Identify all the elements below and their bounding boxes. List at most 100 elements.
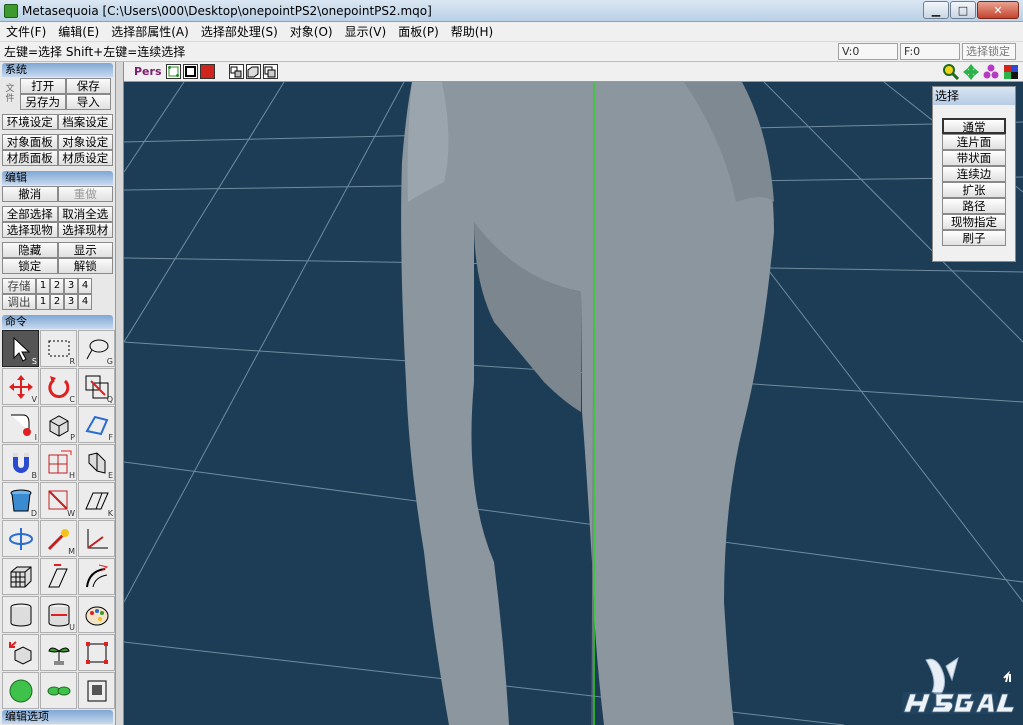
paint-tool[interactable] — [78, 596, 115, 633]
lathe-tool[interactable] — [2, 520, 39, 557]
delete-tool[interactable]: D — [2, 482, 39, 519]
menu-panel[interactable]: 面板(P) — [392, 23, 445, 40]
save-as-button[interactable]: 另存为 — [20, 94, 66, 110]
select-all-button[interactable]: 全部选择 — [2, 206, 58, 222]
select-current-object-only-button[interactable]: 现物指定 — [942, 214, 1006, 230]
material-panel-button[interactable]: 材质面板 — [2, 150, 58, 166]
rectangle-select-tool[interactable]: R — [40, 330, 77, 367]
store-slot-4[interactable]: 4 — [78, 278, 92, 294]
bone-tool[interactable] — [78, 634, 115, 671]
primitive-tool[interactable]: P — [40, 406, 77, 443]
view-cube-toggle[interactable] — [245, 64, 261, 79]
object-settings-button[interactable]: 对象设定 — [57, 134, 113, 150]
scale-tool[interactable]: Q — [78, 368, 115, 405]
open-button[interactable]: 打开 — [20, 78, 66, 94]
store-slot-1[interactable]: 1 — [36, 278, 50, 294]
uv-tool[interactable]: U — [40, 596, 77, 633]
wire-display-toggle[interactable] — [182, 64, 198, 79]
recall-slot-1[interactable]: 1 — [36, 294, 50, 310]
save-button[interactable]: 保存 — [65, 78, 111, 94]
menu-edit[interactable]: 编辑(E) — [52, 23, 105, 40]
primitive-cube-icon — [49, 414, 68, 437]
magic-wand-tool[interactable]: M — [40, 520, 77, 557]
menu-selection-process[interactable]: 选择部处理(S) — [195, 23, 284, 40]
face-display-toggle[interactable] — [199, 64, 215, 79]
object-scale-tool[interactable] — [40, 634, 77, 671]
select-brush-button[interactable]: 刷子 — [942, 230, 1006, 246]
lock-button[interactable]: 锁定 — [2, 258, 58, 274]
rotate-tool[interactable]: C — [40, 368, 77, 405]
select-normal-button[interactable]: 通常 — [942, 118, 1006, 134]
3d-viewport[interactable]: Pers — [124, 62, 1023, 725]
object-move-tool[interactable] — [2, 634, 39, 671]
select-connected-faces-button[interactable]: 连片面 — [942, 134, 1006, 150]
deselect-all-button[interactable]: 取消全选 — [57, 206, 113, 222]
select-current-material-button[interactable]: 选择现材 — [57, 222, 113, 238]
menu-file[interactable]: 文件(F) — [0, 23, 52, 40]
view-mode-label[interactable]: Pers — [134, 65, 162, 78]
view-layer-toggle[interactable] — [262, 64, 278, 79]
close-button[interactable]: ✕ — [977, 1, 1019, 19]
curve-tool[interactable] — [78, 558, 115, 595]
chain-tool[interactable] — [40, 672, 77, 709]
undo-button[interactable]: 撤消 — [2, 186, 58, 202]
menu-object[interactable]: 对象(O) — [284, 23, 339, 40]
store-slot-2[interactable]: 2 — [50, 278, 64, 294]
lasso-select-tool[interactable]: G — [78, 330, 115, 367]
store-slot-3[interactable]: 3 — [64, 278, 78, 294]
axis-tool[interactable] — [78, 520, 115, 557]
select-path-button[interactable]: 路径 — [942, 198, 1006, 214]
material-settings-button[interactable]: 材质设定 — [57, 150, 113, 166]
show-button[interactable]: 显示 — [57, 242, 113, 258]
select-current-object-button[interactable]: 选择现物 — [2, 222, 58, 238]
face-count: F:0 — [900, 43, 960, 60]
viewport-toolbar: Pers — [124, 62, 1023, 82]
minimize-button[interactable]: ▁ — [923, 1, 949, 19]
pan-icon[interactable] — [963, 64, 979, 80]
bend-tool[interactable] — [40, 558, 77, 595]
lattice-tool[interactable] — [2, 558, 39, 595]
move-tool[interactable]: V — [2, 368, 39, 405]
recall-slot-4[interactable]: 4 — [78, 294, 92, 310]
select-face-strip-button[interactable]: 带状面 — [942, 150, 1006, 166]
knife-tool[interactable]: K — [78, 482, 115, 519]
vertex-display-toggle[interactable] — [165, 64, 181, 79]
rotate-view-icon[interactable] — [983, 64, 999, 80]
mirror-tool[interactable] — [2, 596, 39, 633]
menu-view[interactable]: 显示(V) — [339, 23, 393, 40]
select-expand-button[interactable]: 扩张 — [942, 182, 1006, 198]
select-tool[interactable]: S — [2, 330, 39, 367]
weld-tool[interactable]: W — [40, 482, 77, 519]
sphere-tool[interactable] — [2, 672, 39, 709]
create-face-tool[interactable]: F — [78, 406, 115, 443]
menu-selection-attributes[interactable]: 选择部属性(A) — [105, 23, 195, 40]
extrude-tool[interactable]: E — [78, 444, 115, 481]
create-vertex-tool[interactable]: I — [2, 406, 39, 443]
plugin-tool[interactable] — [78, 672, 115, 709]
selection-panel-title: 选择 — [933, 87, 1015, 105]
menu-help[interactable]: 帮助(H) — [445, 23, 499, 40]
zoom-icon[interactable] — [943, 64, 959, 80]
environment-settings-button[interactable]: 环境设定 — [2, 114, 58, 130]
color-grid-icon[interactable] — [1003, 64, 1019, 80]
knife-hatch-tool[interactable]: H — [40, 444, 77, 481]
selection-lock-toggle[interactable]: 选择锁定 — [962, 43, 1016, 60]
magnet-tool[interactable]: B — [2, 444, 39, 481]
recall-slot-2[interactable]: 2 — [50, 294, 64, 310]
file-settings-button[interactable]: 档案设定 — [57, 114, 113, 130]
import-button[interactable]: 导入 — [65, 94, 111, 110]
redo-button[interactable]: 重做 — [57, 186, 113, 202]
hide-button[interactable]: 隐藏 — [2, 242, 58, 258]
object-panel-button[interactable]: 对象面板 — [2, 134, 58, 150]
recall-slot-3[interactable]: 3 — [64, 294, 78, 310]
select-edge-loop-button[interactable]: 连续边 — [942, 166, 1006, 182]
view-object-toggle[interactable] — [228, 64, 244, 79]
edit-section-header: 编辑 — [2, 171, 113, 185]
maximize-button[interactable]: □ — [950, 1, 976, 19]
panel-scrollbar[interactable] — [116, 62, 124, 725]
unlock-button[interactable]: 解锁 — [57, 258, 113, 274]
window-title: Metasequoia [C:\Users\000\Desktop\onepoi… — [22, 3, 432, 18]
file-side-label: 文件 — [5, 84, 15, 104]
recall-label: 调出 — [2, 294, 36, 310]
edit-options-header: 编辑选项 — [2, 710, 113, 724]
